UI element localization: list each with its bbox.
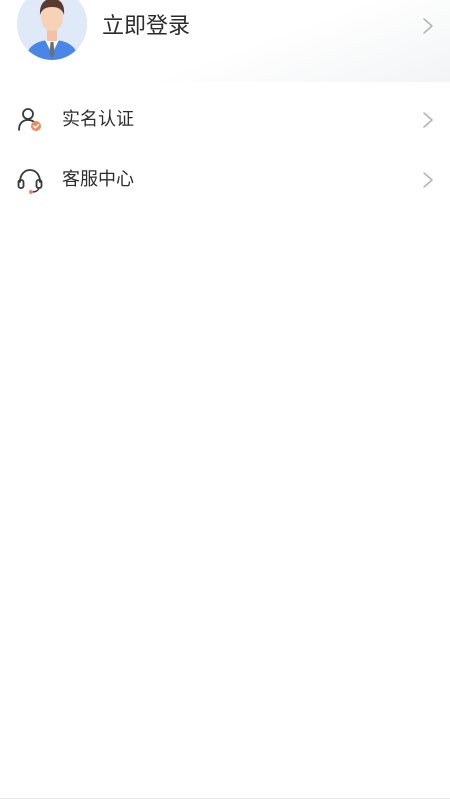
chevron-right-icon	[423, 172, 433, 188]
menu-list: 实名认证 客服中心	[0, 90, 450, 210]
menu-item-label: 客服中心	[62, 169, 134, 190]
menu-item-customer-service[interactable]: 客服中心	[0, 150, 450, 210]
verified-user-icon	[18, 108, 41, 131]
bottom-divider	[0, 798, 450, 799]
profile-page: 立即登录 实名认证 客服中心	[0, 0, 450, 800]
chevron-right-icon[interactable]	[422, 17, 434, 35]
chevron-right-icon	[423, 112, 433, 128]
user-avatar-icon[interactable]	[17, 0, 87, 60]
menu-item-real-name-verification[interactable]: 实名认证	[0, 90, 450, 150]
headset-icon	[17, 169, 43, 194]
menu-item-label: 实名认证	[62, 109, 134, 130]
login-label[interactable]: 立即登录	[102, 12, 190, 42]
login-header[interactable]: 立即登录	[0, 0, 450, 82]
